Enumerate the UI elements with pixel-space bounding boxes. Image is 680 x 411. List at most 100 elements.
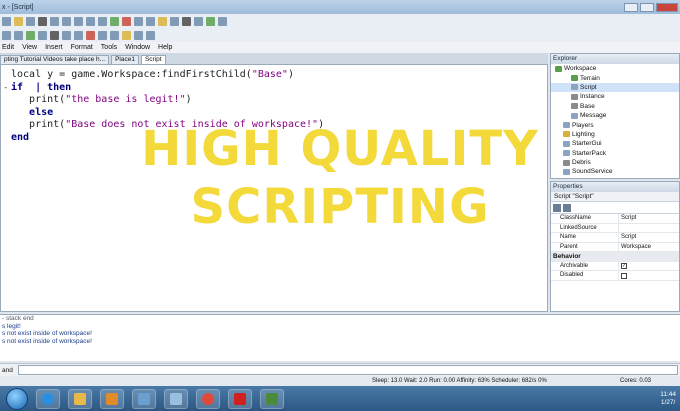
move-icon[interactable]: [146, 16, 155, 26]
taskbar-app-media[interactable]: [100, 388, 124, 409]
undo-icon[interactable]: [86, 16, 95, 26]
menu-edit[interactable]: Edit: [2, 44, 14, 51]
start-button[interactable]: [6, 387, 28, 410]
property-row[interactable]: Parent Workspace: [551, 242, 679, 252]
tab-script[interactable]: Script: [140, 55, 166, 64]
property-checkbox[interactable]: ✓: [621, 263, 627, 269]
property-value[interactable]: Script: [619, 214, 636, 223]
sort-category-icon[interactable]: [553, 204, 561, 212]
property-row[interactable]: LinkedSource: [551, 223, 679, 233]
group-icon[interactable]: [206, 16, 215, 26]
script-editor[interactable]: - local y = game.Workspace:findFirstChil…: [0, 64, 549, 375]
explorer-item[interactable]: Players: [551, 120, 679, 129]
open-folder-icon[interactable]: [14, 16, 23, 26]
delete-icon[interactable]: [74, 16, 83, 26]
explorer-item[interactable]: Script: [551, 82, 679, 93]
select-icon[interactable]: [134, 16, 143, 26]
anchor-icon[interactable]: [182, 16, 191, 26]
play-icon[interactable]: [110, 16, 119, 26]
property-row[interactable]: ClassName Script: [551, 214, 679, 224]
explorer-item[interactable]: SoundService: [551, 167, 679, 176]
menu-window[interactable]: Window: [125, 44, 150, 51]
tab-tutorial-place[interactable]: pting Tutorial Videos take place h...: [0, 55, 110, 64]
menu-help[interactable]: Help: [158, 44, 172, 51]
property-value[interactable]: Workspace: [619, 243, 651, 252]
taskbar-app-paint[interactable]: [164, 388, 188, 409]
comment-icon[interactable]: [122, 30, 131, 40]
explorer-item[interactable]: Terrain: [551, 73, 679, 82]
stop-icon[interactable]: [122, 16, 131, 26]
sound-icon: [563, 168, 570, 175]
taskbar-app-ie[interactable]: [36, 388, 60, 409]
media-player-icon: [106, 392, 118, 405]
chrome-icon: [202, 392, 214, 405]
system-clock[interactable]: 11:44 1/27/: [660, 391, 676, 407]
explorer-item[interactable]: Lighting: [551, 130, 679, 139]
paste-icon[interactable]: [62, 16, 71, 26]
explorer-item-label: Lighting: [572, 130, 595, 138]
taskbar-app-explorer[interactable]: [68, 388, 92, 409]
minimize-button[interactable]: [624, 2, 638, 12]
explorer-item[interactable]: StarterPack: [551, 149, 679, 158]
tab-place1[interactable]: Place1: [111, 55, 139, 64]
ungroup-icon[interactable]: [218, 16, 227, 26]
lock-icon[interactable]: [194, 16, 203, 26]
property-row[interactable]: Disabled: [551, 271, 679, 281]
record-icon[interactable]: [86, 30, 95, 40]
explorer-item[interactable]: StarterGui: [551, 139, 679, 148]
cut-icon[interactable]: [38, 16, 47, 26]
explorer-item[interactable]: Workspace: [551, 64, 679, 73]
close-button[interactable]: [656, 2, 678, 12]
command-input[interactable]: [18, 365, 678, 375]
players-icon: [563, 122, 570, 129]
toolbar-top: [0, 14, 680, 28]
menu-view[interactable]: View: [22, 44, 37, 51]
explorer-item-label: SoundService: [572, 168, 613, 176]
explorer-item[interactable]: Debris: [551, 158, 679, 167]
copy-icon[interactable]: [50, 16, 59, 26]
property-value[interactable]: Script: [619, 233, 636, 242]
property-value[interactable]: [619, 224, 621, 233]
explorer-item[interactable]: Message: [551, 111, 679, 120]
resize-icon[interactable]: [158, 16, 167, 26]
status-bar: Sleep: 13.0 Wait: 2.0 Run: 0.00 Affinity…: [0, 376, 680, 386]
debug-icon[interactable]: [62, 30, 71, 40]
sort-alpha-icon[interactable]: [563, 204, 571, 212]
property-checkbox[interactable]: [621, 272, 627, 279]
zoom-icon[interactable]: [14, 30, 23, 40]
explorer-item[interactable]: Base: [551, 102, 679, 111]
property-row[interactable]: Name Script: [551, 233, 679, 243]
run-icon[interactable]: [26, 30, 35, 40]
new-file-icon[interactable]: [2, 16, 11, 26]
menu-insert[interactable]: Insert: [45, 44, 63, 51]
screenshot-icon[interactable]: [98, 30, 107, 40]
step-icon[interactable]: [74, 30, 83, 40]
reset-icon[interactable]: [50, 30, 59, 40]
indent-icon[interactable]: [134, 30, 143, 40]
pause-icon[interactable]: [38, 30, 47, 40]
taskbar-app-chrome[interactable]: [196, 388, 220, 409]
taskbar-app-tools[interactable]: [132, 388, 156, 409]
fold-marker[interactable]: -: [3, 83, 8, 93]
code-line-4: else: [11, 106, 54, 118]
menu-format[interactable]: Format: [71, 44, 93, 51]
camera-icon[interactable]: [2, 30, 11, 40]
explorer-item[interactable]: Instance: [551, 92, 679, 101]
roblox-icon: [234, 392, 246, 405]
menu-tools[interactable]: Tools: [101, 44, 117, 51]
category-behavior[interactable]: Behavior: [551, 252, 679, 262]
rotate-icon[interactable]: [170, 16, 179, 26]
property-row[interactable]: Archivable ✓: [551, 261, 679, 271]
properties-toolbar: [551, 202, 679, 214]
taskbar-app-roblox[interactable]: [228, 388, 252, 409]
debris-icon: [563, 159, 570, 166]
taskbar-app-studio[interactable]: [260, 388, 284, 409]
maximize-button[interactable]: [640, 2, 654, 12]
redo-icon[interactable]: [98, 16, 107, 26]
outdent-icon[interactable]: [146, 30, 155, 40]
code-area[interactable]: local y = game.Workspace:findFirstChild(…: [11, 69, 324, 144]
save-icon[interactable]: [26, 16, 35, 26]
grid-icon[interactable]: [110, 30, 119, 40]
output-line: s not exist inside of workspace!: [2, 330, 92, 338]
explorer-item-label: Workspace: [564, 65, 597, 73]
